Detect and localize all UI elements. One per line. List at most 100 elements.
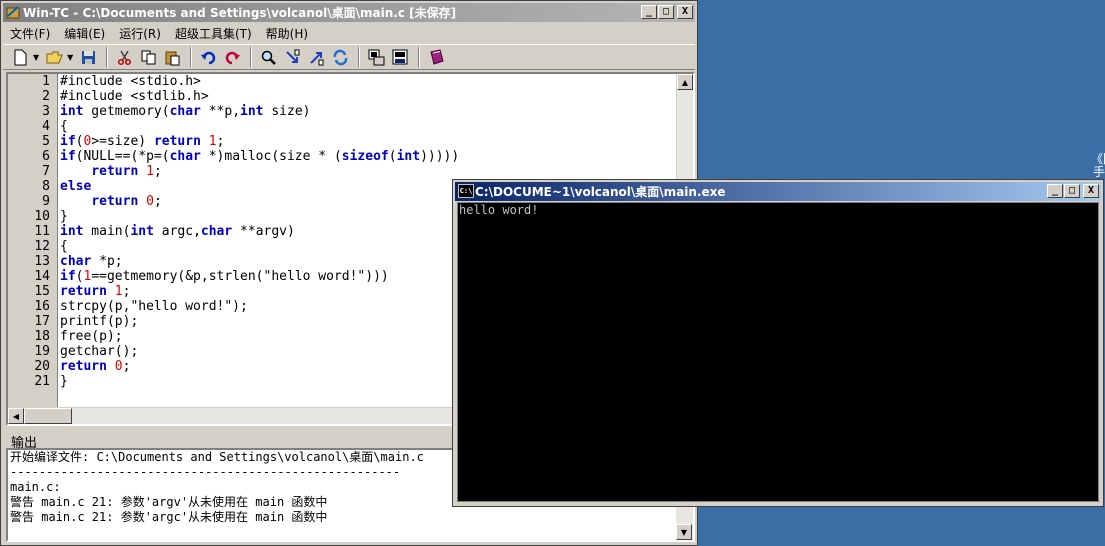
line-number: 4 (42, 119, 50, 134)
copy-icon (141, 50, 156, 64)
toolbar-separator (190, 47, 193, 67)
code-line[interactable]: #include <stdlib.h> (60, 89, 680, 104)
save-button[interactable] (77, 46, 99, 68)
line-number: 17 (34, 314, 50, 329)
open-button[interactable] (43, 46, 65, 68)
new-dropdown-icon[interactable]: ▼ (33, 53, 39, 62)
code-token: **argv) (232, 224, 295, 239)
code-token: char (169, 104, 201, 119)
menu-edit[interactable]: 编辑(E) (57, 25, 112, 42)
code-token: { (60, 239, 68, 254)
close-button[interactable]: X (677, 5, 693, 19)
console-title-bar[interactable]: C:\ C:\DOCUME~1\volcanol\桌面\main.exe _ □… (455, 182, 1101, 201)
code-line[interactable]: if(NULL==(*p=(char *)malloc(size * (size… (60, 149, 680, 164)
open-dropdown-icon[interactable]: ▼ (67, 53, 73, 62)
code-line[interactable]: if(0>=size) return 1; (60, 134, 680, 149)
console-window: C:\ C:\DOCUME~1\volcanol\桌面\main.exe _ □… (452, 179, 1104, 507)
ide-title-bar[interactable]: Win-TC - C:\Documents and Settings\volca… (3, 3, 695, 22)
code-token: sizeof (341, 149, 389, 164)
console-icon: C:\ (458, 184, 474, 198)
code-token: char (169, 149, 201, 164)
code-line[interactable]: int getmemory(char **p,int size) (60, 104, 680, 119)
line-number: 8 (42, 179, 50, 194)
run-button[interactable] (389, 46, 411, 68)
save-icon (81, 50, 95, 64)
code-token: return (91, 164, 139, 179)
line-number: 6 (42, 149, 50, 164)
replace-button[interactable] (329, 46, 351, 68)
code-line[interactable]: #include <stdio.h> (60, 74, 680, 89)
code-line[interactable]: { (60, 119, 680, 134)
undo-button[interactable] (197, 46, 219, 68)
toolbar-separator (418, 47, 421, 67)
toolbar-separator (358, 47, 361, 67)
code-token: if (60, 134, 76, 149)
code-token: ( (388, 149, 397, 164)
code-token: getmemory( (83, 104, 170, 119)
minimize-button[interactable]: _ (641, 5, 657, 19)
code-token: return (91, 194, 139, 209)
line-number: 19 (34, 344, 50, 359)
menu-file[interactable]: 文件(F) (3, 25, 57, 42)
copy-button[interactable] (137, 46, 159, 68)
code-token: char (200, 224, 233, 239)
find-next-button[interactable] (281, 46, 303, 68)
line-number: 3 (42, 104, 50, 119)
code-token: int (130, 224, 154, 239)
line-number: 15 (34, 284, 50, 299)
undo-icon (200, 51, 216, 64)
code-token: return (153, 134, 201, 149)
scroll-up-arrow-icon[interactable]: ▲ (677, 74, 693, 90)
cut-icon (117, 50, 131, 65)
code-token: main( (83, 224, 131, 239)
paste-button[interactable] (161, 46, 183, 68)
code-line[interactable]: return 1; (60, 164, 680, 179)
code-token: ==getmemory(&p,strlen("hello word!"))) (91, 269, 389, 284)
code-token: int (60, 224, 84, 239)
menu-run[interactable]: 运行(R) (112, 25, 168, 42)
code-token: ; (122, 284, 131, 299)
menu-tools[interactable]: 超级工具集(T) (168, 25, 259, 42)
code-token: #include <stdlib.h> (60, 89, 209, 104)
redo-button[interactable] (221, 46, 243, 68)
toolbar-separator (250, 47, 253, 67)
console-output[interactable]: hello word! (457, 202, 1099, 502)
code-token: int (60, 104, 84, 119)
code-token: } (60, 209, 68, 224)
new-file-button[interactable] (9, 46, 31, 68)
find-button[interactable] (257, 46, 279, 68)
cut-button[interactable] (113, 46, 135, 68)
code-token: ))))) (420, 149, 460, 164)
code-token: strcpy(p,"hello word!"); (60, 299, 248, 314)
scroll-left-arrow-icon[interactable]: ◀ (8, 408, 24, 424)
code-token: { (60, 119, 68, 134)
line-number: 2 (42, 89, 50, 104)
console-close-button[interactable]: X (1083, 184, 1099, 198)
code-token: printf(p); (60, 314, 139, 329)
new-file-icon (14, 49, 26, 65)
desktop-icon-label-2: 手 (1093, 165, 1105, 179)
code-token: return (60, 359, 107, 374)
code-token: } (60, 374, 68, 389)
line-number: 13 (34, 254, 50, 269)
compile-button[interactable] (365, 46, 387, 68)
help-button[interactable] (425, 46, 447, 68)
code-token: (NULL==(*p=( (75, 149, 170, 164)
maximize-button[interactable]: □ (658, 5, 674, 19)
menu-help[interactable]: 帮助(H) (259, 25, 315, 42)
console-maximize-button[interactable]: □ (1064, 184, 1080, 198)
scroll-down-arrow-icon[interactable]: ▼ (676, 524, 692, 540)
code-token: ; (153, 164, 162, 179)
line-number-gutter: 1 2 3 4 5 6 7 8 9 10 11 12 13 14 15 16 17 18 19 20 21 (8, 74, 58, 408)
find-prev-button[interactable] (305, 46, 327, 68)
console-minimize-button[interactable]: _ (1047, 184, 1063, 198)
scroll-thumb[interactable] (24, 408, 72, 424)
code-token: 0 (146, 194, 154, 209)
console-title: C:\DOCUME~1\volcanol\桌面\main.exe (475, 185, 726, 199)
compile-icon (368, 49, 385, 65)
